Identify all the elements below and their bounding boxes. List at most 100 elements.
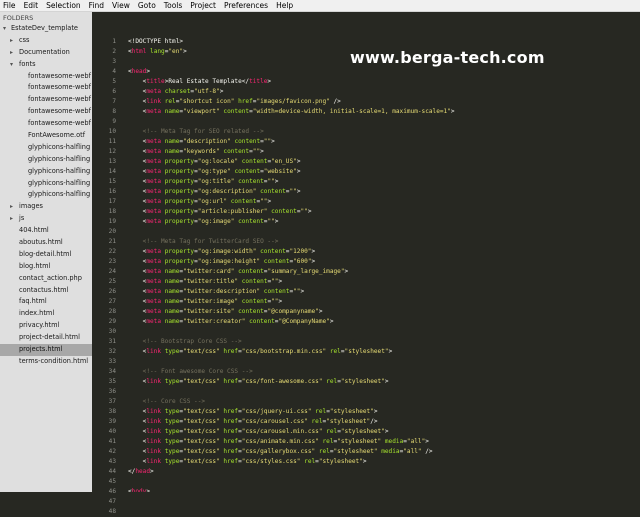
folder-item[interactable]: ▾ EstateDev_template <box>0 23 92 35</box>
code-token: "article:publisher" <box>197 208 268 215</box>
file-item[interactable]: faq.html <box>0 296 92 308</box>
file-item[interactable]: projects.html <box>0 344 92 356</box>
code-line: <link type="text/css" href="css/animate.… <box>128 437 429 447</box>
code-token: < <box>128 138 147 145</box>
code-token: <!-- Meta Tag for SEO related --> <box>128 128 264 135</box>
disclosure-closed-icon[interactable]: ▸ <box>10 47 13 59</box>
file-item[interactable]: FontAwesome.otf <box>0 130 92 142</box>
code-token: meta <box>146 298 162 305</box>
code-token: "images/favicon.png" <box>256 98 330 105</box>
menu-preferences[interactable]: Preferences <box>220 0 272 11</box>
code-token: > <box>183 48 187 55</box>
file-item[interactable]: project-detail.html <box>0 332 92 344</box>
code-token: meta <box>146 318 162 325</box>
file-item[interactable]: index.html <box>0 308 92 320</box>
code-token: meta <box>146 88 162 95</box>
code-token: content <box>263 288 290 295</box>
file-item[interactable]: glyphicons-halfling <box>0 178 92 190</box>
disclosure-open-icon[interactable]: ▾ <box>10 59 13 71</box>
folder-item[interactable]: ▸ Documentation <box>0 47 92 59</box>
disclosure-closed-icon[interactable]: ▸ <box>10 35 13 47</box>
file-item[interactable]: blog-detail.html <box>0 249 92 261</box>
code-token: < <box>128 348 147 355</box>
code-token: "all" <box>406 438 426 445</box>
file-item[interactable]: contactus.html <box>0 285 92 297</box>
code-line: <head> <box>128 67 150 77</box>
code-token: "twitter:card" <box>183 268 235 275</box>
code-token: meta <box>146 108 162 115</box>
folder-item[interactable]: ▾ fonts <box>0 59 92 71</box>
code-token: content <box>271 208 297 215</box>
menu-file[interactable]: File <box>0 0 20 11</box>
line-number: 35 <box>108 378 116 385</box>
line-number: 46 <box>108 488 116 495</box>
disclosure-closed-icon[interactable]: ▸ <box>10 201 13 213</box>
code-token: > <box>318 308 323 315</box>
disclosure-closed-icon[interactable]: ▸ <box>10 213 13 225</box>
code-token: rel <box>322 438 334 445</box>
code-token: "css/jquery-ui.css" <box>241 408 312 415</box>
line-number: 39 <box>108 418 116 425</box>
file-item[interactable]: contact_action.php <box>0 273 92 285</box>
code-token: "en_US" <box>271 158 297 165</box>
code-token: rel <box>315 408 327 415</box>
line-number: 29 <box>108 318 116 325</box>
code-token: > <box>219 88 224 95</box>
code-token: > <box>388 348 393 355</box>
folder-item[interactable]: ▸ css <box>0 35 92 47</box>
line-number: 19 <box>108 218 116 225</box>
file-item[interactable]: aboutus.html <box>0 237 92 249</box>
code-token: type <box>164 428 180 435</box>
code-token: "summary_large_image" <box>267 268 345 275</box>
file-item[interactable]: fontawesome-webf <box>0 94 92 106</box>
code-token: content <box>234 138 261 145</box>
menu-edit[interactable]: Edit <box>20 0 43 11</box>
code-token: href <box>223 428 239 435</box>
menu-selection[interactable]: Selection <box>42 0 85 11</box>
code-token: media <box>381 448 400 455</box>
tree-item-label: glyphicons-halfling <box>28 178 91 187</box>
menu-view[interactable]: View <box>108 0 134 11</box>
folder-item[interactable]: ▸ js <box>0 213 92 225</box>
menu-goto[interactable]: Goto <box>134 0 160 11</box>
code-line: <link type="text/css" href="css/jquery-u… <box>128 407 378 417</box>
file-item[interactable]: privacy.html <box>0 320 92 332</box>
code-token: "css/bootstrap.min.css" <box>241 348 327 355</box>
file-item[interactable]: glyphicons-halfling <box>0 154 92 166</box>
folder-item[interactable]: ▸ images <box>0 201 92 213</box>
code-token: < <box>128 268 147 275</box>
file-item[interactable]: glyphicons-halfling <box>0 166 92 178</box>
disclosure-open-icon[interactable]: ▾ <box>3 23 6 35</box>
menu-project[interactable]: Project <box>186 0 220 11</box>
code-editor[interactable]: <!DOCTYPE html> <html lang="en"> <head> <t… <box>122 12 640 492</box>
file-item[interactable]: fontawesome-webf <box>0 118 92 130</box>
code-token: link <box>146 458 162 465</box>
code-token: <!-- Core CSS --> <box>128 398 206 405</box>
code-line: <link type="text/css" href="css/styles.c… <box>128 457 367 467</box>
code-token: name <box>164 108 180 115</box>
tree-item-label: FontAwesome.otf <box>28 131 86 140</box>
code-token: > <box>260 148 264 155</box>
file-item[interactable]: fontawesome-webf <box>0 106 92 118</box>
code-token: charset <box>164 88 191 95</box>
menu-tools[interactable]: Tools <box>160 0 186 11</box>
code-token: </ <box>241 78 250 85</box>
line-number: 9 <box>112 118 116 125</box>
file-item[interactable]: glyphicons-halfling <box>0 142 92 154</box>
code-token: meta <box>146 288 162 295</box>
code-token: < <box>128 258 147 265</box>
code-token: href <box>238 98 253 105</box>
code-line: <!-- Font awesome Core CSS --> <box>128 367 253 377</box>
menu-find[interactable]: Find <box>85 0 108 11</box>
menu-help[interactable]: Help <box>272 0 297 11</box>
file-item[interactable]: fontawesome-webf <box>0 71 92 83</box>
file-item[interactable]: terms-condition.html <box>0 356 92 368</box>
file-item[interactable]: blog.html <box>0 261 92 273</box>
file-item[interactable]: fontawesome-webf <box>0 82 92 94</box>
code-token: < <box>128 218 147 225</box>
file-item[interactable]: 404.html <box>0 225 92 237</box>
code-token: > <box>450 108 455 115</box>
code-token: < <box>128 298 147 305</box>
code-token: content <box>241 158 268 165</box>
file-item[interactable]: glyphicons-halfling <box>0 189 92 201</box>
